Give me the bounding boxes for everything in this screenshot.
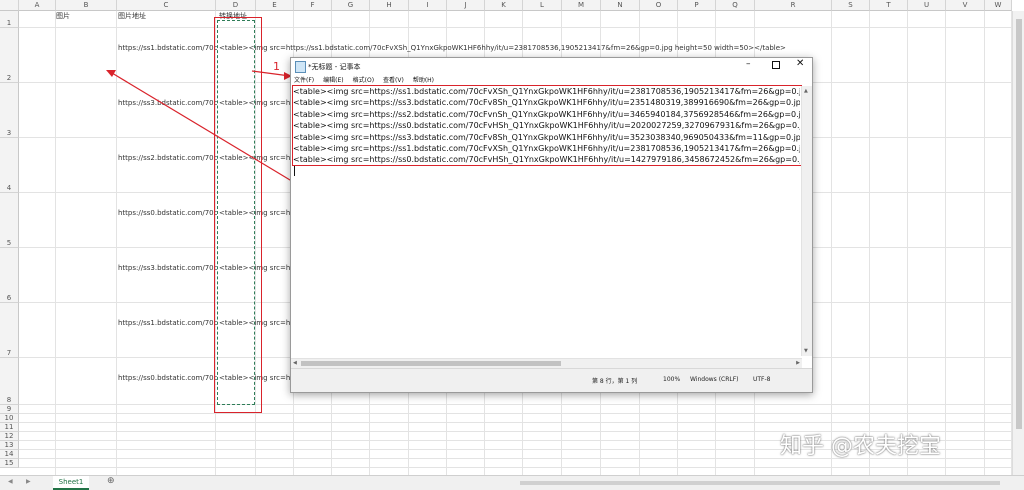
notepad-statusbar: 第 8 行，第 1 列 100% Windows (CRLF) UTF-8 — [291, 368, 812, 392]
scroll-down-icon[interactable]: ▼ — [804, 348, 808, 354]
horizontal-scroll-thumb[interactable] — [301, 361, 561, 366]
arrowhead-2 — [106, 70, 116, 77]
close-icon[interactable]: ✕ — [796, 58, 804, 69]
sheet-tab-bar: ◀ ▶ Sheet1 ⊕ — [0, 475, 1024, 490]
sheet-vertical-scrollbar[interactable] — [1012, 11, 1024, 475]
sheet-tab-sheet1[interactable]: Sheet1 — [53, 476, 89, 490]
scroll-left-icon[interactable]: ◀ — [293, 360, 297, 366]
annotation-label-1: 1 — [273, 60, 280, 73]
status-encoding: UTF-8 — [753, 376, 771, 383]
tab-scroll-right-icon[interactable]: ▶ — [26, 478, 31, 485]
notepad-titlebar[interactable]: *无标题 - 记事本 – ✕ — [291, 58, 812, 75]
scroll-up-icon[interactable]: ▲ — [804, 88, 808, 94]
status-position: 第 8 行，第 1 列 — [592, 378, 638, 385]
arrow-2 — [111, 72, 301, 187]
notepad-title: *无标题 - 记事本 — [308, 63, 361, 71]
notepad-text-highlight — [292, 85, 802, 166]
text-caret — [294, 165, 295, 176]
status-eol: Windows (CRLF) — [690, 376, 739, 383]
maximize-icon[interactable] — [772, 61, 780, 69]
tab-scroll-left-icon[interactable]: ◀ — [8, 478, 13, 485]
vertical-scrollbar[interactable]: ▲ ▼ — [801, 86, 812, 356]
notepad-app-icon — [295, 61, 306, 73]
add-sheet-icon[interactable]: ⊕ — [107, 476, 115, 486]
status-zoom: 100% — [663, 376, 681, 383]
sheet-horizontal-scrollbar[interactable] — [520, 481, 1000, 485]
notepad-window[interactable]: *无标题 - 记事本 – ✕ 文件(F) 编辑(E) 格式(O) 查看(V) 帮助(H)… — [290, 57, 813, 393]
watermark: 知乎 @农夫挖宝 — [780, 434, 941, 459]
scroll-right-icon[interactable]: ▶ — [796, 360, 800, 366]
sheet-scroll-thumb[interactable] — [1016, 19, 1022, 429]
minimize-icon[interactable]: – — [746, 59, 751, 69]
